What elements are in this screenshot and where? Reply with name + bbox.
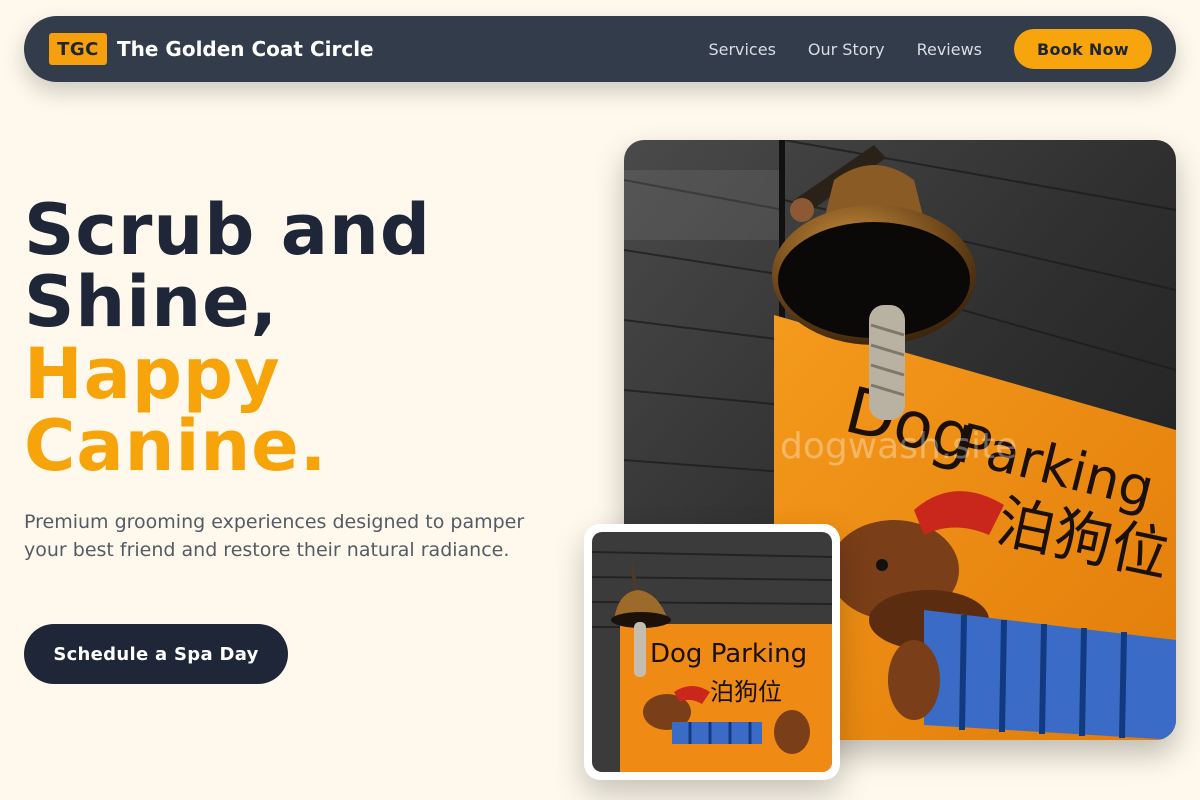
hero-headline: Scrub and Shine, Happy Canine. — [24, 194, 584, 482]
thumb-sign-text: Dog Parking — [650, 639, 807, 669]
headline-accent-2: Canine. — [24, 405, 328, 487]
thumb-sign-chinese: 泊狗位 — [710, 678, 782, 706]
schedule-spa-day-button[interactable]: Schedule a Spa Day — [24, 624, 288, 684]
brand-name[interactable]: The Golden Coat Circle — [117, 37, 374, 61]
book-now-button[interactable]: Book Now — [1014, 29, 1152, 69]
nav-links: Services Our Story Reviews Book Now — [708, 29, 1152, 69]
nav-link-services[interactable]: Services — [708, 40, 775, 59]
thumbnail-card[interactable]: Dog Parking 泊狗位 — [584, 524, 840, 780]
nav-link-our-story[interactable]: Our Story — [808, 40, 885, 59]
watermark-text: dogwash.site — [780, 426, 1018, 467]
hero-subtext: Premium grooming experiences designed to… — [24, 511, 525, 561]
nav-link-reviews[interactable]: Reviews — [917, 40, 982, 59]
logo-badge[interactable]: TGC — [49, 33, 107, 65]
headline-accent-1: Happy — [24, 333, 281, 415]
headline-line-1: Scrub and — [24, 189, 431, 271]
thumbnail-sign-photo: Dog Parking 泊狗位 — [592, 532, 832, 772]
top-navbar: TGC The Golden Coat Circle Services Our … — [24, 16, 1176, 82]
headline-line-2: Shine, — [24, 261, 279, 343]
thumbnail-photo: Dog Parking 泊狗位 — [592, 532, 832, 772]
